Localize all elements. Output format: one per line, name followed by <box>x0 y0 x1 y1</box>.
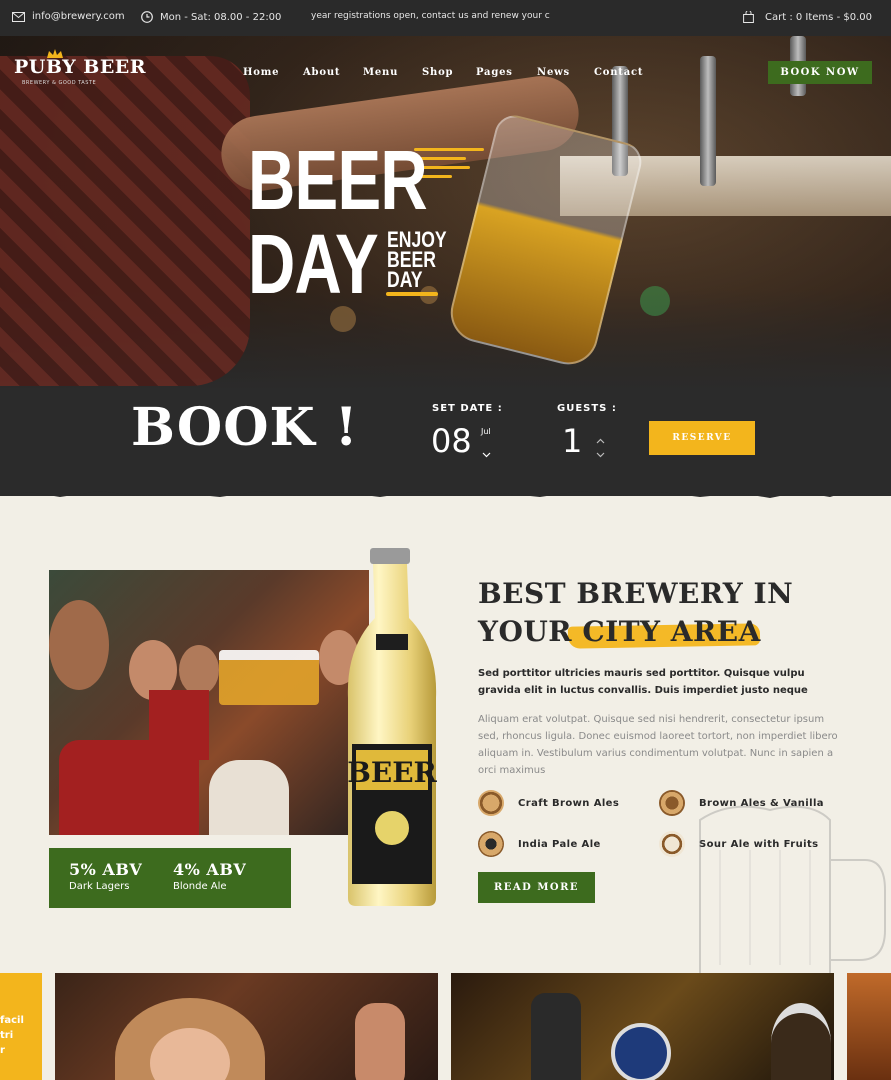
hours-text: Mon - Sat: 08.00 - 22:00 <box>160 11 282 23</box>
hero-title-day: DAY <box>248 217 379 311</box>
about-heading-line: YOUR CITY AREA <box>478 615 761 648</box>
nav-pages[interactable]: Pages <box>476 67 513 78</box>
email-text: info@brewery.com <box>32 11 125 22</box>
email-contact[interactable]: info@brewery.com <box>12 11 125 22</box>
abv-value: 5% ABV <box>69 860 143 879</box>
cart-summary[interactable]: Cart : 0 Items - $0.00 <box>743 11 872 23</box>
clock-icon <box>141 11 153 23</box>
friends-toasting-photo <box>49 570 369 835</box>
gallery-side-text: r <box>0 1045 5 1056</box>
feature-label: India Pale Ale <box>518 838 601 850</box>
hops-badge-icon <box>478 831 504 857</box>
opening-hours: Mon - Sat: 08.00 - 22:00 <box>141 11 281 23</box>
hero-subtitle-line: DAY <box>387 267 423 292</box>
nav-contact[interactable]: Contact <box>594 67 643 78</box>
gallery-side-text: facil <box>0 1015 24 1026</box>
gallery-image-bottles[interactable] <box>451 973 834 1080</box>
feature-item: Craft Brown Ales <box>478 790 619 816</box>
abv-style: Blonde Ale <box>173 881 227 892</box>
about-lead-text: Sed porttitor ultricies mauris sed portt… <box>478 668 808 696</box>
chevron-down-icon[interactable] <box>596 443 605 462</box>
torn-edge-divider <box>0 484 891 498</box>
feature-item: India Pale Ale <box>478 831 601 857</box>
date-month: Jul <box>481 427 491 436</box>
abv-style: Dark Lagers <box>69 881 130 892</box>
date-day[interactable]: 08 <box>431 422 472 460</box>
nav-shop[interactable]: Shop <box>422 67 453 78</box>
news-ticker: year registrations open, contact us and … <box>311 11 573 21</box>
beer-tap <box>700 56 716 186</box>
cerveza-badge-icon <box>659 831 685 857</box>
mail-icon <box>12 11 25 22</box>
reserve-button[interactable]: RESERVE <box>649 421 755 455</box>
gallery-side-card: facil tri r <box>0 973 42 1080</box>
abv-value: 4% ABV <box>173 860 247 879</box>
hero-title-beer: BEER <box>248 133 428 227</box>
abv-info-box: 5% ABV Dark Lagers 4% ABV Blonde Ale <box>49 848 291 908</box>
read-more-button[interactable]: READ MORE <box>478 872 595 903</box>
shopping-bag-icon <box>743 11 754 23</box>
date-label: SET DATE : <box>432 403 503 414</box>
barrel-badge-icon <box>659 790 685 816</box>
about-body-text: Aliquam erat volutpat. Quisque sed nisi … <box>478 714 838 776</box>
about-heading-line: BEST BREWERY IN <box>478 577 794 610</box>
chevron-down-icon[interactable] <box>482 443 491 462</box>
cart-text: Cart : 0 Items - $0.00 <box>765 11 872 23</box>
gallery-side-text: tri <box>0 1030 14 1041</box>
gallery-image-woman[interactable] <box>55 973 438 1080</box>
beer-badge-icon <box>478 790 504 816</box>
hero-banner: PUBY BEER BREWERY & GOOD TASTE Home Abou… <box>0 36 891 496</box>
nav-home[interactable]: Home <box>243 67 279 78</box>
about-heading: BEST BREWERY IN YOUR CITY AREA <box>478 575 878 651</box>
guests-value[interactable]: 1 <box>562 422 582 460</box>
guests-label: GUESTS : <box>557 403 617 414</box>
brand-tagline: BREWERY & GOOD TASTE <box>22 80 97 86</box>
nav-menu[interactable]: Menu <box>363 67 398 78</box>
gallery-image-partial[interactable] <box>847 973 891 1080</box>
nav-news[interactable]: News <box>537 67 570 78</box>
mug-sketch-decoration <box>699 805 886 975</box>
ticker-text: year registrations open, contact us and … <box>311 11 550 21</box>
beer-bottle-image: BEER <box>347 548 438 906</box>
brand-logo[interactable]: PUBY BEER <box>14 56 146 78</box>
nav-about[interactable]: About <box>303 67 340 78</box>
bottle-label: BEER <box>347 756 437 789</box>
feature-label: Craft Brown Ales <box>518 797 620 809</box>
hero-subtitle: ENJOY BEER DAY <box>387 229 447 292</box>
book-now-button[interactable]: BOOK NOW <box>768 61 872 84</box>
crown-icon <box>46 44 64 58</box>
bokeh-light <box>640 286 670 316</box>
booking-title: BOOK ! <box>131 397 359 458</box>
top-bar: info@brewery.com Mon - Sat: 08.00 - 22:0… <box>0 0 891 36</box>
hero-underline <box>386 292 438 296</box>
hero-photo-shirt <box>0 56 250 386</box>
